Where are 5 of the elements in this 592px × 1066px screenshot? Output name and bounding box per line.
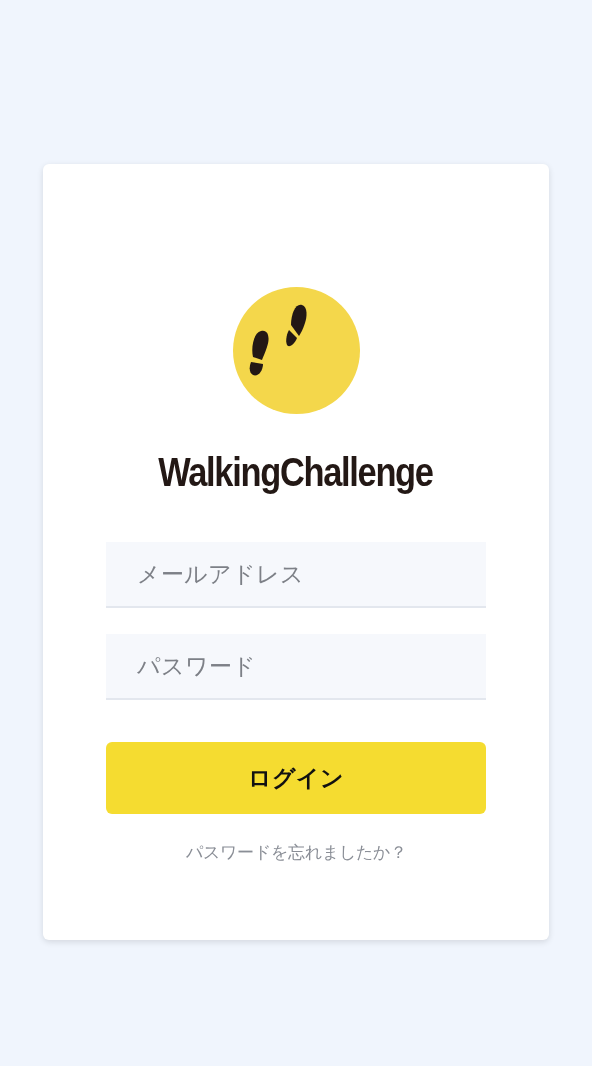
email-field[interactable]: メールアドレス (106, 542, 486, 608)
logo-icon (232, 287, 360, 414)
login-button[interactable]: ログイン (106, 742, 486, 814)
password-field[interactable]: パスワード (106, 634, 486, 700)
app-title: WalkingChallenge (158, 452, 434, 492)
